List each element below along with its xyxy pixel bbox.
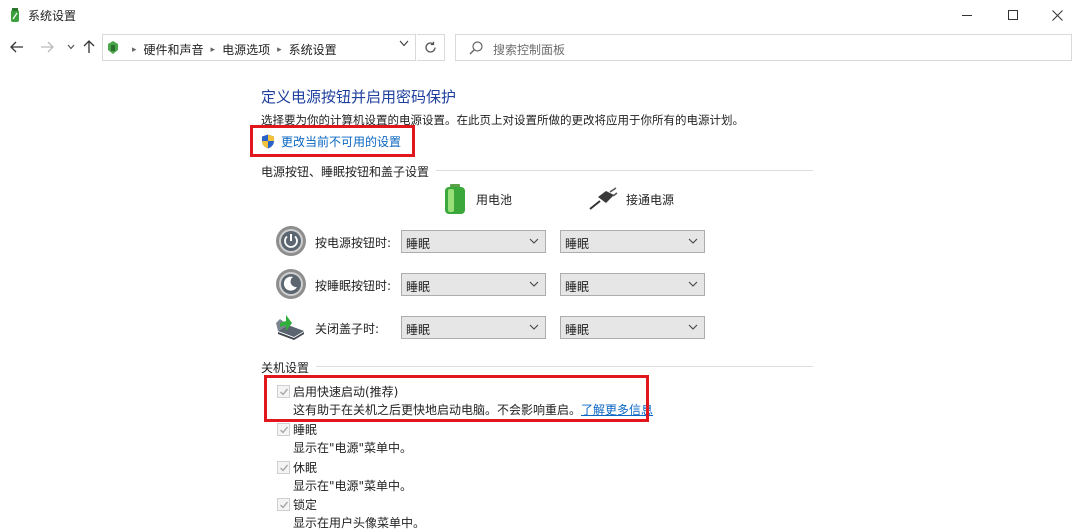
power-button-icon <box>276 226 306 256</box>
chevron-down-icon <box>529 238 539 244</box>
breadcrumb-separator[interactable]: ▸ <box>277 45 282 55</box>
chevron-down-icon <box>399 40 409 47</box>
refresh-icon <box>425 41 436 53</box>
chevron-down-icon <box>688 324 698 330</box>
maximize-button[interactable] <box>990 0 1036 30</box>
lid-close-battery-value: 睡眠 <box>406 323 431 337</box>
power-plug-icon <box>589 187 618 210</box>
breadcrumb-power-options[interactable]: 电源选项 <box>222 41 270 58</box>
battery-icon <box>445 184 465 214</box>
sleep-button-label: 按睡眠按钮时: <box>315 279 392 293</box>
page-title: 定义电源按钮并启用密码保护 <box>261 88 457 106</box>
power-section-title: 电源按钮、睡眠按钮和盖子设置 <box>261 165 430 179</box>
arrow-right-icon <box>41 41 54 53</box>
lid-close-label: 关闭盖子时: <box>315 322 380 336</box>
lock-menu-checkbox[interactable] <box>277 498 290 511</box>
laptop-lid-icon <box>276 315 304 340</box>
chevron-down-icon <box>688 281 698 287</box>
battery-column-header: 用电池 <box>442 183 512 215</box>
chevron-down-icon <box>688 238 698 244</box>
power-button-plugged-select[interactable]: 睡眠 <box>560 230 705 253</box>
power-button-label: 按电源按钮时: <box>315 236 392 250</box>
lid-close-plugged-select[interactable]: 睡眠 <box>560 316 705 339</box>
breadcrumb-separator: ▸ <box>132 44 137 55</box>
minimize-button[interactable] <box>944 0 990 30</box>
search-icon <box>469 41 483 55</box>
window-title: 系统设置 <box>28 9 77 23</box>
hibernate-menu-title: 休眠 <box>293 461 318 475</box>
chevron-down-icon <box>529 324 539 330</box>
navigation-bar: ▸ 硬件和声音 ▸ 电源选项 ▸ 系统设置 搜索控制面板 <box>0 30 1080 64</box>
power-button-plugged-value: 睡眠 <box>565 237 590 251</box>
shutdown-section-title: 关机设置 <box>261 361 310 375</box>
highlight-box <box>264 375 649 422</box>
search-box[interactable]: 搜索控制面板 <box>455 34 1072 61</box>
breadcrumb-separator[interactable]: ▸ <box>211 45 216 55</box>
arrow-left-icon <box>10 41 23 53</box>
battery-column-label: 用电池 <box>476 192 513 207</box>
power-button-battery-value: 睡眠 <box>406 237 431 251</box>
checkmark-icon <box>279 501 288 509</box>
sleep-button-plugged-select[interactable]: 睡眠 <box>560 273 705 296</box>
hibernate-menu-checkbox[interactable] <box>277 461 290 474</box>
sleep-button-icon <box>276 269 306 299</box>
minimize-icon <box>962 14 972 16</box>
plugged-column-header: 接通电源 <box>588 187 674 211</box>
power-button-battery-select[interactable]: 睡眠 <box>401 230 546 253</box>
close-button[interactable] <box>1034 0 1080 30</box>
hibernate-menu-subtitle: 显示在"电源"菜单中。 <box>293 479 413 493</box>
chevron-down-icon <box>529 281 539 287</box>
control-panel-icon <box>11 8 19 22</box>
breadcrumb-hardware-sound[interactable]: 硬件和声音 <box>144 41 204 58</box>
sleep-button-battery-value: 睡眠 <box>406 280 431 294</box>
lid-close-battery-select[interactable]: 睡眠 <box>401 316 546 339</box>
refresh-button[interactable] <box>417 34 445 61</box>
sleep-button-battery-select[interactable]: 睡眠 <box>401 273 546 296</box>
sleep-menu-checkbox[interactable] <box>277 423 290 436</box>
lock-menu-title: 锁定 <box>293 498 318 512</box>
checkmark-icon <box>279 464 288 472</box>
address-history-button[interactable] <box>399 39 409 50</box>
back-button[interactable] <box>8 38 26 56</box>
search-placeholder: 搜索控制面板 <box>493 43 566 57</box>
sleep-menu-subtitle: 显示在"电源"菜单中。 <box>293 441 413 455</box>
forward-button[interactable] <box>38 38 56 56</box>
sleep-button-plugged-value: 睡眠 <box>565 280 590 294</box>
lock-menu-subtitle: 显示在用户头像菜单中。 <box>293 516 426 530</box>
plugged-column-label: 接通电源 <box>626 192 675 207</box>
breadcrumb-system-settings[interactable]: 系统设置 <box>289 41 337 58</box>
checkmark-icon <box>279 426 288 434</box>
recent-locations-button[interactable] <box>62 38 80 56</box>
breadcrumb: ▸ 硬件和声音 ▸ 电源选项 ▸ 系统设置 <box>125 41 337 58</box>
control-panel-icon <box>108 41 118 54</box>
chevron-down-icon <box>67 44 75 50</box>
lid-close-plugged-value: 睡眠 <box>565 323 590 337</box>
address-bar[interactable]: ▸ 硬件和声音 ▸ 电源选项 ▸ 系统设置 <box>102 34 416 61</box>
title-bar: 系统设置 <box>0 0 1080 30</box>
maximize-icon <box>1008 10 1018 20</box>
sleep-menu-title: 睡眠 <box>293 423 318 437</box>
up-button[interactable] <box>80 38 98 56</box>
arrow-up-icon <box>83 40 95 53</box>
section-divider <box>436 170 813 171</box>
close-icon <box>1051 9 1063 21</box>
section-divider <box>316 366 813 367</box>
highlight-box <box>250 125 415 157</box>
